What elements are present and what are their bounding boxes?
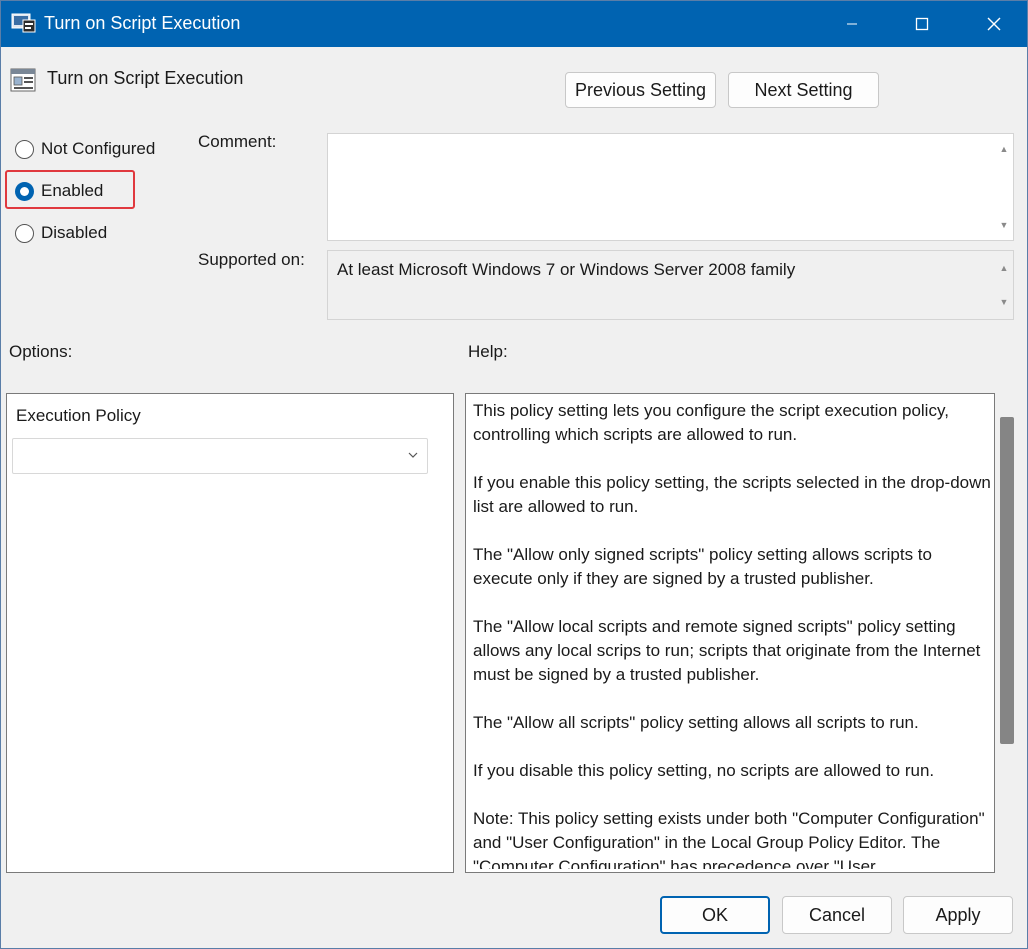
execution-policy-label: Execution Policy <box>16 406 141 425</box>
supported-on-label: Supported on: <box>198 250 305 269</box>
close-icon <box>987 17 1001 31</box>
next-setting-button[interactable]: Next Setting <box>728 72 879 108</box>
radio-not-configured[interactable]: Not Configured <box>15 139 155 159</box>
comment-label: Comment: <box>198 132 277 151</box>
help-paragraph: This policy setting lets you configure t… <box>473 401 949 444</box>
scroll-down-icon[interactable]: ▼ <box>999 220 1009 230</box>
group-policy-app-icon <box>11 13 36 33</box>
minimize-icon <box>847 23 857 25</box>
help-panel: This policy setting lets you configure t… <box>465 393 995 873</box>
maximize-icon <box>915 17 929 31</box>
supported-on-field: At least Microsoft Windows 7 or Windows … <box>327 250 1014 320</box>
help-label: Help: <box>468 342 508 361</box>
policy-setting-icon <box>10 68 36 92</box>
scroll-up-icon[interactable]: ▲ <box>999 263 1009 273</box>
enabled-highlight-box <box>5 170 135 209</box>
options-panel: Execution Policy <box>6 393 454 873</box>
scroll-down-icon[interactable]: ▼ <box>999 297 1009 307</box>
ok-button[interactable]: OK <box>660 896 770 934</box>
supported-on-value: At least Microsoft Windows 7 or Windows … <box>337 260 796 279</box>
radio-label: Disabled <box>41 223 108 242</box>
chevron-down-icon <box>408 452 418 458</box>
radio-circle[interactable] <box>15 139 34 159</box>
radio-disabled[interactable]: Disabled <box>15 223 107 243</box>
radio-label: Not Configured <box>41 139 156 158</box>
help-paragraph: If you disable this policy setting, no s… <box>473 761 935 780</box>
help-text: This policy setting lets you configure t… <box>473 399 993 869</box>
scroll-up-icon[interactable]: ▲ <box>999 144 1009 154</box>
title-bar: Turn on Script Execution <box>1 1 1027 47</box>
window-title: Turn on Script Execution <box>44 13 241 33</box>
help-paragraph: The "Allow local scripts and remote sign… <box>473 617 981 684</box>
cancel-button[interactable]: Cancel <box>782 896 892 934</box>
previous-setting-button[interactable]: Previous Setting <box>565 72 716 108</box>
comment-textarea[interactable]: ▲ ▼ <box>327 133 1014 241</box>
maximize-button[interactable] <box>899 1 945 47</box>
close-button[interactable] <box>971 1 1017 47</box>
policy-title: Turn on Script Execution <box>47 68 244 88</box>
minimize-button[interactable] <box>829 1 875 47</box>
policy-dialog: Turn on Script Execution Turn on Script … <box>0 0 1028 949</box>
help-paragraph: If you enable this policy setting, the s… <box>473 473 991 516</box>
help-scrollbar-thumb[interactable] <box>1000 417 1014 744</box>
apply-button[interactable]: Apply <box>903 896 1013 934</box>
help-paragraph: The "Allow only signed scripts" policy s… <box>473 545 932 588</box>
options-label: Options: <box>9 342 73 361</box>
execution-policy-dropdown[interactable] <box>12 438 428 474</box>
radio-circle[interactable] <box>15 223 34 243</box>
help-paragraph: Note: This policy setting exists under b… <box>473 809 985 869</box>
help-paragraph: The "Allow all scripts" policy setting a… <box>473 713 919 732</box>
